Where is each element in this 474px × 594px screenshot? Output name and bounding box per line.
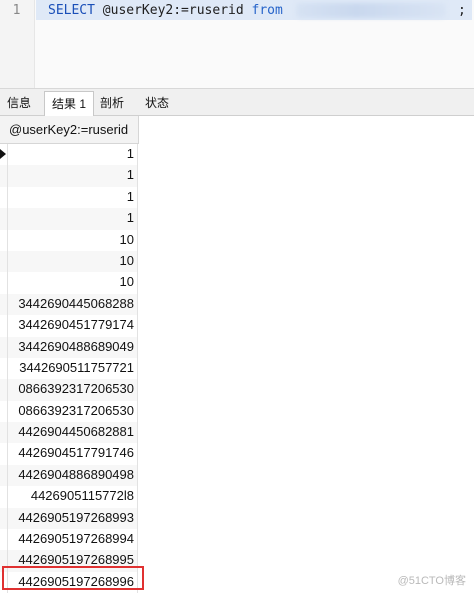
table-row[interactable]: 0866392317206530 <box>0 379 138 401</box>
table-cell[interactable]: 0866392317206530 <box>18 403 134 418</box>
column-header[interactable]: @userKey2:=ruserid <box>0 116 139 144</box>
table-row[interactable]: 4426905115772l8 <box>0 486 138 508</box>
table-row[interactable]: 3442690511757721 <box>0 357 138 380</box>
tab-info[interactable]: 信息 <box>2 92 36 114</box>
row-selector[interactable] <box>0 165 8 187</box>
table-cell[interactable]: 3442690488689049 <box>18 339 134 354</box>
table-row[interactable]: 1 <box>0 144 138 166</box>
table-row[interactable]: 4426904517791746 <box>0 443 138 465</box>
table-cell[interactable]: 4426905115772l8 <box>31 488 134 503</box>
redacted-table-name <box>296 3 446 18</box>
row-selector[interactable] <box>0 529 8 551</box>
line-gutter: 1 <box>0 0 35 88</box>
tab-profile[interactable]: 剖析 <box>95 92 129 114</box>
table-cell[interactable]: 1 <box>127 146 134 161</box>
row-selector[interactable] <box>0 357 8 380</box>
row-selector[interactable] <box>0 443 8 465</box>
table-row[interactable]: 4426905197268994 <box>0 529 138 551</box>
highlight-box <box>2 566 144 590</box>
column-header-label: @userKey2:=ruserid <box>9 122 129 137</box>
table-row[interactable]: 4426904886890498 <box>0 464 138 487</box>
row-selector[interactable] <box>0 186 8 209</box>
line-number: 1 <box>12 3 21 18</box>
row-selector[interactable] <box>0 379 8 401</box>
table-row[interactable]: 4426904450682881 <box>0 422 138 444</box>
table-row[interactable]: 1 <box>0 186 138 209</box>
table-cell[interactable]: 4426904517791746 <box>18 445 134 460</box>
keyword-from: from <box>251 3 283 18</box>
sql-code-line[interactable]: SELECT @userKey2:=ruserid from <box>48 2 283 20</box>
table-cell[interactable]: 10 <box>120 274 134 289</box>
table-row[interactable]: 10 <box>0 229 138 251</box>
table-cell[interactable]: 10 <box>120 253 134 268</box>
table-cell[interactable]: 1 <box>127 189 134 204</box>
row-selector[interactable] <box>0 250 8 273</box>
row-selector[interactable] <box>0 229 8 251</box>
table-row[interactable]: 1 <box>0 208 138 230</box>
table-row[interactable]: 10 <box>0 272 138 294</box>
table-row[interactable]: 3442690488689049 <box>0 336 138 358</box>
row-selector[interactable] <box>0 293 8 316</box>
row-selector[interactable] <box>0 464 8 487</box>
watermark: @51CTO博客 <box>397 575 466 587</box>
current-row-marker-icon <box>0 149 6 159</box>
table-cell[interactable]: 3442690445068288 <box>18 296 134 311</box>
table-cell[interactable]: 0866392317206530 <box>18 381 134 396</box>
row-selector[interactable] <box>0 422 8 444</box>
table-cell[interactable]: 4426905197268993 <box>18 510 134 525</box>
row-selector[interactable] <box>0 208 8 230</box>
row-selector[interactable] <box>0 486 8 508</box>
row-selector[interactable] <box>0 336 8 358</box>
table-cell[interactable]: 10 <box>120 232 134 247</box>
table-cell[interactable]: 4426904886890498 <box>18 467 134 482</box>
table-row[interactable]: 3442690445068288 <box>0 293 138 316</box>
row-selector[interactable] <box>0 400 8 423</box>
tab-status[interactable]: 状态 <box>140 92 174 114</box>
row-selector[interactable] <box>0 507 8 530</box>
grid-rows: 1 1 1 1 10 10 10 3442690445068288 34426904517791… <box>0 144 138 594</box>
table-row[interactable]: 0866392317206530 <box>0 400 138 423</box>
result-tabs: 信息 结果 1 剖析 状态 <box>0 89 474 117</box>
row-selector[interactable] <box>0 272 8 294</box>
statement-terminator: ; <box>458 3 466 18</box>
table-cell[interactable]: 4426905197268994 <box>18 531 134 546</box>
table-row[interactable]: 1 <box>0 165 138 187</box>
table-row[interactable]: 10 <box>0 250 138 273</box>
table-cell[interactable]: 1 <box>127 210 134 225</box>
row-selector[interactable] <box>0 315 8 337</box>
keyword-select: SELECT <box>48 3 95 18</box>
sql-editor[interactable]: 1 SELECT @userKey2:=ruserid from ; <box>0 0 474 88</box>
table-cell[interactable]: 1 <box>127 167 134 182</box>
tab-result-1[interactable]: 结果 1 <box>44 91 94 117</box>
code-expression: @userKey2:=ruserid <box>94 3 252 18</box>
table-row[interactable]: 3442690451779174 <box>0 315 138 337</box>
table-cell[interactable]: 3442690511757721 <box>19 360 134 375</box>
table-cell[interactable]: 3442690451779174 <box>18 317 134 332</box>
table-cell[interactable]: 4426904450682881 <box>18 424 134 439</box>
table-row[interactable]: 4426905197268993 <box>0 507 138 530</box>
